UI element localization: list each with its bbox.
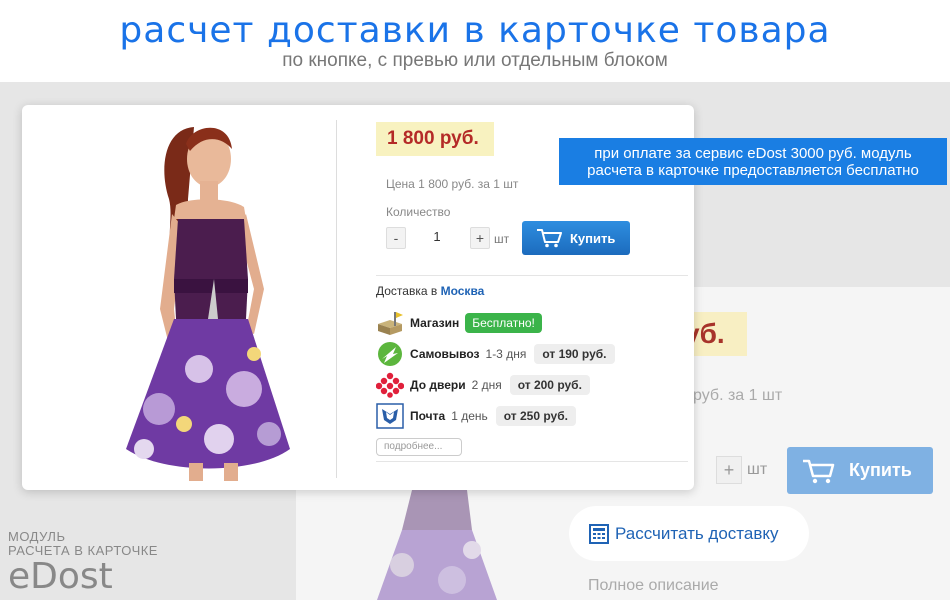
quantity-plus-button[interactable]: + xyxy=(470,227,490,249)
divider xyxy=(376,275,688,276)
cart-icon xyxy=(537,229,562,248)
watermark-brand: eDost xyxy=(8,556,113,597)
delivery-price: от 250 руб. xyxy=(495,406,576,426)
free-badge: Бесплатно! xyxy=(465,313,542,333)
product-price: 1 800 руб. xyxy=(376,122,494,156)
calculate-delivery-button[interactable]: Рассчитать доставку xyxy=(569,506,809,561)
background-buy-label: Купить xyxy=(849,460,912,480)
calculator-icon xyxy=(589,523,609,544)
background-plus-button[interactable]: + xyxy=(716,456,742,484)
delivery-option-shop[interactable]: Магазин Бесплатно! xyxy=(376,310,542,336)
delivery-option-post[interactable]: Почта 1 день от 250 руб. xyxy=(376,403,576,429)
more-details-button[interactable]: подробнее... xyxy=(376,438,462,456)
cart-icon xyxy=(803,459,835,483)
quantity-unit: шт xyxy=(494,232,510,246)
quantity-input[interactable]: 1 xyxy=(412,229,462,244)
pickup-icon xyxy=(378,342,402,366)
calculate-delivery-label: Рассчитать доставку xyxy=(615,523,779,543)
delivery-time: 1 день xyxy=(451,409,488,423)
info-banner-line2: расчета в карточке предоставляется беспл… xyxy=(587,162,919,179)
full-description-link[interactable]: Полное описание xyxy=(588,577,719,595)
delivery-option-name: Магазин xyxy=(410,316,460,330)
page-title: расчет доставки в карточке товара xyxy=(119,10,831,51)
watermark-line1: МОДУЛЬ xyxy=(8,529,66,544)
divider xyxy=(376,461,688,462)
background-price-note: руб. за 1 шт xyxy=(693,387,783,404)
product-photo xyxy=(126,127,290,481)
shop-icon xyxy=(378,312,403,335)
delivery-option-pickup[interactable]: Самовывоз 1-3 дня от 190 руб. xyxy=(376,341,615,367)
delivery-price: от 190 руб. xyxy=(534,344,615,364)
background-buy-button[interactable]: Купить xyxy=(787,447,933,494)
buy-button[interactable]: Купить xyxy=(522,221,630,255)
page-subtitle: по кнопке, с превью или отдельным блоком xyxy=(282,50,668,71)
buy-label: Купить xyxy=(570,230,616,246)
price-note: Цена 1 800 руб. за 1 шт xyxy=(386,177,519,191)
delivery-heading-label: Доставка в xyxy=(376,284,438,298)
background-product-photo xyxy=(377,490,497,600)
delivery-option-name: Самовывоз xyxy=(410,347,480,361)
delivery-price: от 200 руб. xyxy=(509,375,590,395)
delivery-heading: Доставка в Москва xyxy=(376,284,484,298)
quantity-label: Количество xyxy=(386,205,451,219)
courier-icon xyxy=(376,372,404,398)
delivery-option-name: До двери xyxy=(410,378,466,392)
info-banner-line1: при оплате за сервис eDost 3000 руб. мод… xyxy=(594,145,912,162)
header: расчет доставки в карточке товара по кно… xyxy=(0,0,950,82)
vertical-divider xyxy=(336,120,337,478)
delivery-city-link[interactable]: Москва xyxy=(441,284,485,298)
quantity-minus-button[interactable]: - xyxy=(386,227,406,249)
post-icon xyxy=(376,403,404,429)
delivery-time: 2 дня xyxy=(471,378,502,392)
background-unit-label: шт xyxy=(747,461,768,478)
delivery-option-name: Почта xyxy=(410,409,446,423)
delivery-time: 1-3 дня xyxy=(485,347,527,361)
delivery-option-courier[interactable]: До двери 2 дня от 200 руб. xyxy=(376,372,590,398)
info-banner: при оплате за сервис eDost 3000 руб. мод… xyxy=(559,138,947,185)
